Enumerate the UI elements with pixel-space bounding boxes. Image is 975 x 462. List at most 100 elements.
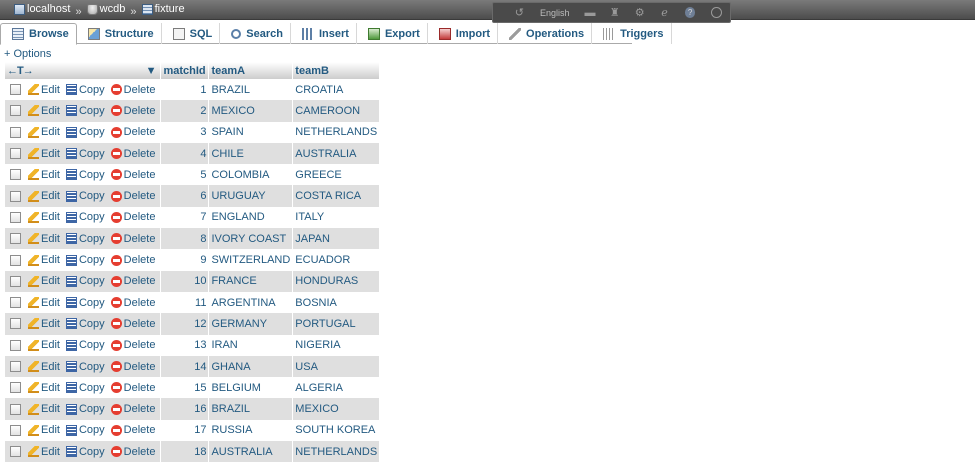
table-row[interactable]: Edit Copy Delete 10 FRANCE HONDURAS (5, 270, 381, 292)
copy-action[interactable]: Copy (65, 318, 105, 330)
copy-action[interactable]: Copy (65, 382, 105, 394)
breadcrumb-table-label[interactable]: fixture (155, 3, 185, 15)
edit-label[interactable]: Edit (41, 105, 60, 117)
row-checkbox[interactable] (10, 105, 21, 117)
edit-action[interactable]: Edit (28, 339, 60, 351)
edit-label[interactable]: Edit (41, 84, 60, 96)
edit-action[interactable]: Edit (28, 169, 60, 181)
delete-action[interactable]: Delete (110, 361, 156, 373)
column-header-matchid[interactable]: matchId (160, 62, 210, 79)
table-row[interactable]: Edit Copy Delete 15 BELGIUM ALGERIA (5, 377, 381, 399)
table-row[interactable]: Edit Copy Delete 3 SPAIN NETHERLANDS (5, 121, 381, 143)
table-row[interactable]: Edit Copy Delete 13 IRAN NIGERIA (5, 334, 381, 356)
row-checkbox[interactable] (10, 403, 21, 415)
edit-action[interactable]: Edit (28, 84, 60, 96)
copy-label[interactable]: Copy (79, 84, 105, 96)
minimize-icon[interactable]: ▬ (578, 7, 603, 19)
row-checkbox[interactable] (10, 254, 21, 266)
delete-label[interactable]: Delete (124, 126, 156, 138)
edit-label[interactable]: Edit (41, 297, 60, 309)
copy-action[interactable]: Copy (65, 148, 105, 160)
copy-label[interactable]: Copy (79, 126, 105, 138)
breadcrumb-server[interactable]: localhost (14, 3, 70, 15)
delete-label[interactable]: Delete (124, 403, 156, 415)
edit-label[interactable]: Edit (41, 275, 60, 287)
edit-action[interactable]: Edit (28, 105, 60, 117)
delete-action[interactable]: Delete (110, 403, 156, 415)
table-row[interactable]: Edit Copy Delete 4 CHILE AUSTRALIA (5, 142, 381, 165)
language-selector[interactable]: English (532, 8, 578, 18)
tab-browse[interactable]: Browse (0, 23, 77, 45)
edit-label[interactable]: Edit (41, 148, 60, 160)
copy-action[interactable]: Copy (65, 297, 105, 309)
edit-action[interactable]: Edit (28, 424, 60, 436)
edit-action[interactable]: Edit (28, 126, 60, 138)
delete-action[interactable]: Delete (110, 233, 156, 245)
row-checkbox[interactable] (10, 424, 21, 436)
delete-action[interactable]: Delete (110, 297, 156, 309)
delete-label[interactable]: Delete (124, 148, 156, 160)
row-checkbox[interactable] (10, 382, 21, 394)
copy-action[interactable]: Copy (65, 361, 105, 373)
reload-icon[interactable]: ℯ (652, 6, 677, 19)
sort-direction-icon[interactable]: ▼ (146, 65, 157, 77)
power-icon[interactable] (711, 7, 722, 18)
edit-label[interactable]: Edit (41, 382, 60, 394)
delete-label[interactable]: Delete (124, 211, 156, 223)
table-row[interactable]: Edit Copy Delete 8 IVORY COAST JAPAN (5, 228, 381, 250)
delete-action[interactable]: Delete (110, 318, 155, 330)
table-row[interactable]: Edit Copy Delete 2 MEXICO CAMEROON (5, 100, 381, 122)
edit-label[interactable]: Edit (41, 211, 60, 223)
delete-label[interactable]: Delete (124, 105, 156, 117)
row-checkbox[interactable] (10, 275, 21, 287)
column-header-teama[interactable]: teamA (208, 62, 294, 79)
row-checkbox[interactable] (10, 148, 21, 160)
delete-action[interactable]: Delete (110, 424, 155, 436)
copy-action[interactable]: Copy (65, 233, 105, 245)
copy-label[interactable]: Copy (79, 148, 105, 160)
copy-label[interactable]: Copy (79, 169, 105, 181)
edit-action[interactable]: Edit (28, 382, 60, 394)
table-row[interactable]: Edit Copy Delete 7 ENGLAND ITALY (5, 206, 381, 229)
delete-label[interactable]: Delete (124, 233, 156, 245)
tab-sql[interactable]: SQL (162, 23, 221, 44)
copy-label[interactable]: Copy (79, 233, 105, 245)
delete-action[interactable]: Delete (110, 105, 156, 117)
delete-label[interactable]: Delete (124, 297, 156, 309)
breadcrumb-database-label[interactable]: wcdb (100, 3, 126, 15)
delete-action[interactable]: Delete (110, 211, 156, 223)
copy-label[interactable]: Copy (79, 254, 105, 266)
copy-action[interactable]: Copy (65, 190, 105, 202)
delete-label[interactable]: Delete (124, 190, 156, 202)
table-row[interactable]: Edit Copy Delete 12 GERMANY PORTUGAL (5, 313, 381, 335)
copy-label[interactable]: Copy (79, 318, 105, 330)
copy-label[interactable]: Copy (79, 361, 105, 373)
tab-operations[interactable]: Operations (498, 23, 593, 44)
table-row[interactable]: Edit Copy Delete 6 URUGUAY COSTA RICA (5, 185, 381, 207)
edit-label[interactable]: Edit (41, 339, 60, 351)
row-checkbox[interactable] (10, 211, 21, 223)
row-checkbox[interactable] (10, 297, 21, 309)
help-icon[interactable]: ? (684, 7, 696, 18)
copy-action[interactable]: Copy (65, 169, 105, 181)
row-checkbox[interactable] (10, 339, 21, 351)
copy-action[interactable]: Copy (65, 403, 105, 415)
copy-action[interactable]: Copy (65, 211, 105, 223)
column-header-teamb[interactable]: teamB (292, 62, 381, 79)
tab-search[interactable]: Search (220, 23, 291, 44)
delete-action[interactable]: Delete (110, 84, 155, 96)
edit-label[interactable]: Edit (41, 169, 60, 181)
copy-action[interactable]: Copy (65, 339, 105, 351)
settings-icon[interactable]: ⚙ (627, 6, 652, 19)
delete-action[interactable]: Delete (110, 275, 155, 287)
copy-label[interactable]: Copy (79, 190, 105, 202)
delete-action[interactable]: Delete (110, 382, 155, 394)
edit-action[interactable]: Edit (28, 190, 60, 202)
row-checkbox[interactable] (10, 361, 21, 372)
collapse-icon[interactable]: ↺ (507, 6, 532, 19)
edit-action[interactable]: Edit (28, 148, 60, 160)
copy-action[interactable]: Copy (65, 254, 105, 266)
table-row[interactable]: Edit Copy Delete 5 COLOMBIA GREECE (5, 164, 381, 186)
delete-label[interactable]: Delete (124, 361, 156, 373)
table-row[interactable]: Edit Copy Delete 9 SWITZERLAND ECUADOR (5, 249, 381, 271)
